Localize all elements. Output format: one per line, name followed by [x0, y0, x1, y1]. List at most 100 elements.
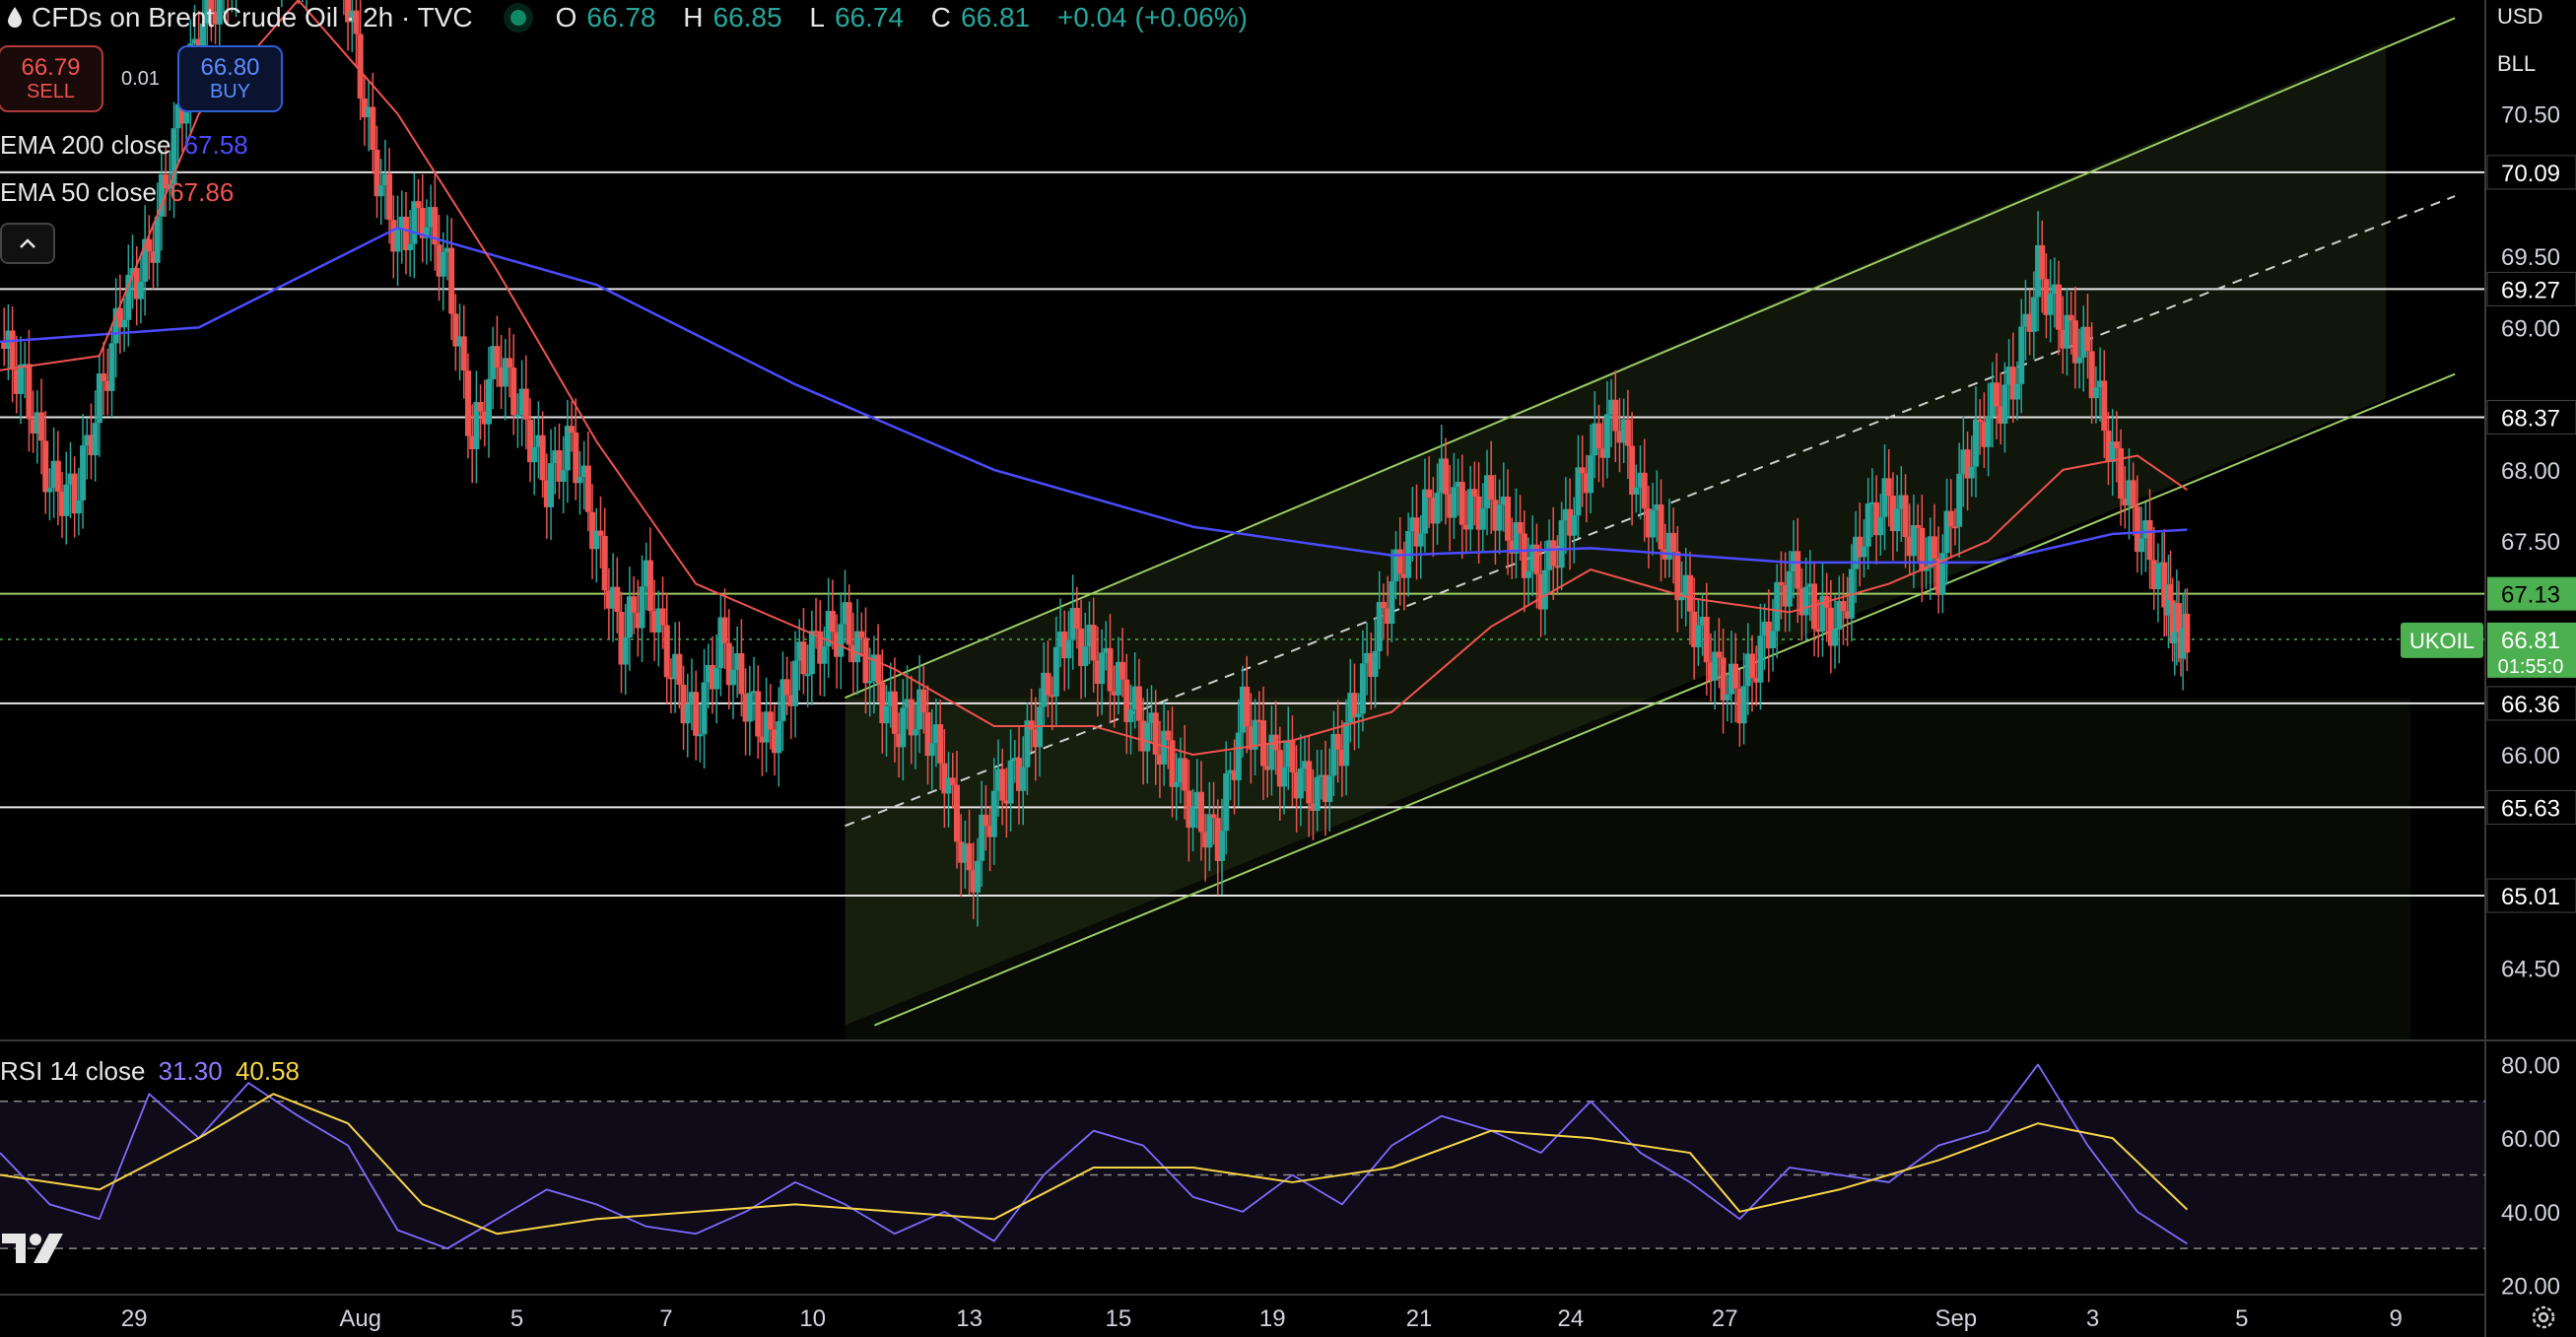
time-tick-11: Sep	[1934, 1305, 1977, 1332]
candle-body-106	[464, 370, 471, 436]
candle-body-438	[1840, 600, 1847, 612]
time-tick-2: 5	[510, 1305, 523, 1332]
candle-body-116	[507, 358, 513, 368]
candle-body-229	[974, 860, 981, 893]
candle-body-163	[701, 682, 708, 735]
candle-body-403	[1695, 625, 1702, 647]
candle-body-227	[966, 842, 973, 871]
price-tick-6: 64.50	[2501, 957, 2560, 983]
candle-body-493	[2068, 314, 2074, 321]
candle-body-292	[1235, 732, 1242, 780]
candle-body-460	[1931, 536, 1937, 559]
candle-body-410	[1724, 694, 1730, 701]
candle-body-285	[1206, 814, 1213, 848]
price-tick-4: 67.50	[2501, 529, 2560, 556]
ema200-legend[interactable]: EMA 200 close 67.58	[0, 130, 248, 161]
candle-body-118	[514, 415, 521, 418]
rsi-legend[interactable]: RSI 14 close 31.30 40.58	[0, 1056, 300, 1087]
buy-button[interactable]: 66.80 BUY	[177, 45, 283, 112]
candle-body-366	[1541, 569, 1548, 610]
candle-body-270	[1144, 722, 1151, 752]
candle-body-18	[75, 500, 82, 514]
candle-body-504	[2113, 441, 2120, 448]
ema50-legend[interactable]: EMA 50 close 67.86	[0, 177, 234, 208]
candle-body-444	[1864, 502, 1871, 547]
candle-body-240	[1020, 767, 1027, 791]
candle-body-261	[1107, 647, 1114, 692]
candle-body-283	[1197, 791, 1204, 833]
candle-body-331	[1396, 549, 1403, 574]
candle-body-216	[920, 689, 927, 712]
level-label-0: 70.09	[2501, 161, 2560, 187]
unit-label[interactable]: BLL	[2497, 51, 2536, 77]
candle-body-142	[614, 586, 621, 612]
candle-body-24	[101, 373, 107, 381]
candle-body-514	[2154, 563, 2161, 590]
candle-body-120	[522, 388, 529, 420]
collapse-legend-button[interactable]	[0, 223, 55, 264]
candle-body-453	[1902, 495, 1909, 538]
candle-body-425	[1786, 570, 1793, 607]
candle-body-233	[990, 790, 997, 837]
currency-label[interactable]: USD	[2497, 4, 2542, 30]
candle-body-6	[26, 364, 33, 420]
candle-body-390	[1641, 472, 1648, 509]
candle-body-326	[1376, 601, 1383, 651]
candle-body-368	[1550, 540, 1557, 567]
sell-button[interactable]: 66.79 SELL	[0, 45, 103, 112]
candle-body-80	[357, 33, 364, 100]
price-chart[interactable]: 70.50 69.50 69.00 68.00 67.50 66.00 64.50 70.09…	[0, 0, 2576, 1337]
candle-body-126	[548, 463, 555, 507]
last-price-label: 66.81	[2501, 628, 2560, 654]
candle-body-257	[1090, 625, 1097, 661]
price-tick-0: 70.50	[2501, 102, 2560, 129]
trade-panel: 66.79 SELL 0.01 66.80 BUY	[0, 45, 283, 112]
candle-body-13	[54, 460, 61, 493]
candle-body-303	[1281, 767, 1288, 787]
candle-body-279	[1182, 758, 1188, 791]
candle-body-307	[1297, 769, 1304, 799]
candle-body-194	[829, 611, 836, 633]
candle-body-275	[1165, 730, 1172, 741]
candle-body-355	[1496, 504, 1503, 531]
candle-body-272	[1152, 712, 1159, 755]
candle-body-105	[460, 336, 467, 371]
candle-body-340	[1434, 492, 1441, 524]
candle-body-214	[912, 729, 918, 736]
price-tick-2: 69.00	[2501, 315, 2560, 342]
level-label-5: 65.63	[2501, 795, 2560, 822]
candle-body-455	[1910, 525, 1917, 557]
candle-body-277	[1173, 781, 1180, 787]
candle-body-379	[1595, 423, 1602, 449]
candle-body-109	[477, 401, 484, 412]
candle-body-148	[639, 586, 645, 629]
candle-body-409	[1720, 657, 1727, 701]
candle-body-111	[485, 378, 492, 425]
candle-body-129	[560, 470, 567, 482]
candle-body-135	[584, 465, 591, 512]
candle-body-327	[1380, 601, 1387, 609]
candle-body-224	[953, 784, 960, 842]
candle-body-360	[1517, 521, 1524, 534]
candle-body-246	[1045, 672, 1051, 696]
candle-body-353	[1488, 475, 1495, 501]
candle-body-179	[767, 711, 774, 730]
candle-body-381	[1603, 414, 1610, 458]
candle-body-26	[108, 343, 115, 391]
candle-body-189	[808, 631, 815, 675]
candle-body-153	[659, 608, 666, 626]
candle-body-192	[821, 646, 828, 664]
candle-body-146	[631, 596, 638, 613]
rsi-tick-3: 20.00	[2501, 1274, 2560, 1301]
time-tick-7: 19	[1259, 1305, 1286, 1332]
candle-body-470	[1972, 419, 1979, 467]
candle-body-286	[1210, 814, 1217, 819]
symbol-title[interactable]: CFDs on Brent Crude Oil · 2h · TVC	[32, 2, 473, 33]
level-label-4: 66.36	[2501, 692, 2560, 718]
settings-gear-icon[interactable]	[2529, 1303, 2558, 1332]
candle-body-4	[18, 365, 25, 394]
candle-body-144	[622, 636, 629, 665]
ohlc-readout: O 66.78 H 66.85 L 66.74 C 66.81 +0.04 (+0.06…	[555, 2, 1248, 33]
candle-body-427	[1795, 551, 1801, 589]
candle-body-113	[494, 346, 501, 368]
